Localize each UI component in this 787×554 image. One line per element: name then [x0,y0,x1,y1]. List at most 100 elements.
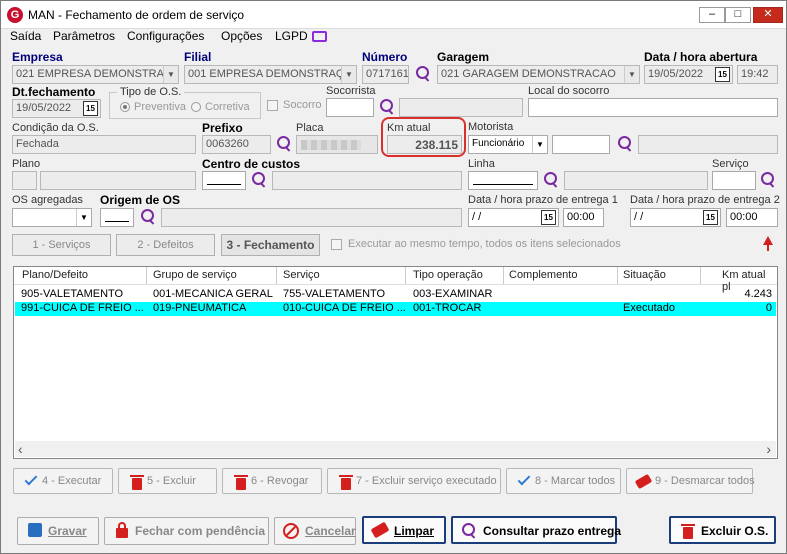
trash-icon [234,475,248,490]
dt-fechamento-label: Dt.fechamento [12,85,96,99]
hora-abertura-field[interactable]: 19:42 [737,65,778,84]
excluir-button[interactable]: 5 - Excluir [118,468,217,494]
corretiva-radio[interactable] [191,102,201,112]
services-table[interactable]: Plano/Defeito Grupo de serviço Serviço T… [13,266,778,459]
col-grupo[interactable]: Grupo de serviço [153,269,237,281]
numero-field[interactable]: 0717161 [362,65,409,84]
col-tipo[interactable]: Tipo operação [413,269,483,281]
table-row[interactable]: 905-VALETAMENTO 001-MECANICA GERAL 755-V… [15,288,776,302]
calendar-icon[interactable]: 15 [83,101,98,116]
menu-saida[interactable]: Saída [10,29,41,43]
revogar-button[interactable]: 6 - Revogar [222,468,322,494]
executar-todos-checkbox[interactable] [331,239,342,250]
app-logo-icon: G [7,7,23,23]
plano-codigo-field [12,171,37,190]
marcar-todos-button[interactable]: 8 - Marcar todos [506,468,621,494]
linha-field[interactable] [468,171,538,190]
col-situacao[interactable]: Situação [623,269,666,281]
tab-servicos[interactable]: 1 - Serviços [12,234,111,256]
menu-lgpd[interactable]: LGPD [275,29,308,43]
search-icon[interactable] [379,99,395,115]
col-plano[interactable]: Plano/Defeito [22,269,88,281]
prazo1-hora-field[interactable]: 00:00 [563,208,604,227]
plano-nome-field [40,171,196,190]
tab-fechamento[interactable]: 3 - Fechamento [221,234,320,256]
socorrista-field[interactable] [326,98,374,117]
excluir-os-button[interactable]: Excluir O.S. [669,516,776,544]
gravar-button[interactable]: Gravar [17,517,99,545]
highlight-circle [381,117,466,157]
search-icon[interactable] [276,136,292,152]
desmarcar-todos-button[interactable]: 9 - Desmarcar todos [626,468,755,494]
search-icon[interactable] [760,172,776,188]
search-icon[interactable] [140,209,156,225]
prazo1-label: Data / hora prazo de entrega 1 [468,194,618,206]
scroll-right-icon[interactable]: › [766,441,771,457]
search-icon[interactable] [543,172,559,188]
window: G MAN - Fechamento de ordem de serviço –… [0,0,787,554]
menu-parametros[interactable]: Parâmetros [53,29,115,43]
close-button[interactable]: ✕ [753,7,783,23]
servico-label: Serviço [712,158,749,170]
eraser-icon [634,473,653,490]
scroll-left-icon[interactable]: ‹ [18,441,23,457]
servico-field[interactable] [712,171,756,190]
minimize-button[interactable]: – [699,7,725,23]
tab-defeitos[interactable]: 2 - Defeitos [116,234,215,256]
calendar-icon[interactable]: 15 [541,210,556,225]
trash-icon [681,524,695,539]
lock-shackle [118,522,126,530]
search-icon[interactable] [415,66,431,82]
monitor-icon[interactable] [312,31,327,42]
table-header: Plano/Defeito Grupo de serviço Serviço T… [14,267,777,293]
trash-icon [130,475,144,490]
menu-configuracoes[interactable]: Configurações [127,29,204,43]
empresa-label: Empresa [12,50,63,64]
placa-blurred [301,140,361,150]
origem-os-nome-field [161,208,462,227]
search-icon[interactable] [617,136,633,152]
local-socorro-field[interactable] [528,98,778,117]
linha-nome-field [564,171,708,190]
placa-field [296,135,378,154]
empresa-select[interactable]: 021 EMPRESA DEMONSTRAÇÃO ▼ [12,65,179,84]
excluir-servico-executado-button[interactable]: 7 - Excluir serviço executado [327,468,501,494]
garagem-select[interactable]: 021 GARAGEM DEMONSTRACAO ▼ [437,65,640,84]
horizontal-scrollbar[interactable]: ‹ › [15,441,776,457]
motorista-codigo-field[interactable] [552,135,610,154]
executar-button[interactable]: 4 - Executar [13,468,113,494]
prefixo-label: Prefixo [202,121,243,135]
preventiva-radio[interactable] [120,102,130,112]
col-servico[interactable]: Serviço [283,269,320,281]
origem-os-field[interactable] [100,208,134,227]
menu-bar: Saída Parâmetros Configurações Opções LG… [1,29,786,47]
motorista-tipo-select[interactable]: Funcionário ▼ [468,135,548,154]
col-complemento[interactable]: Complemento [509,269,577,281]
prazo2-hora-field[interactable]: 00:00 [726,208,778,227]
data-abertura-label: Data / hora abertura [644,50,758,64]
save-icon [28,523,42,537]
table-row[interactable]: 991-CUICA DE FREIO ... 019-PNEUMATICA 01… [15,302,776,316]
chevron-down-icon: ▼ [532,136,547,153]
menu-opcoes[interactable]: Opções [221,29,262,43]
prefixo-field[interactable]: 0063260 [202,135,271,154]
corretiva-label: Corretiva [205,101,250,113]
limpar-button[interactable]: Limpar [362,516,446,544]
prazo2-label: Data / hora prazo de entrega 2 [630,194,780,206]
linha-label: Linha [468,158,495,170]
maximize-button[interactable]: □ [725,7,751,23]
calendar-icon[interactable]: 15 [703,210,718,225]
fechar-pendencia-button[interactable]: Fechar com pendência [104,517,269,545]
consultar-prazo-button[interactable]: Consultar prazo entrega [451,516,621,544]
garagem-label: Garagem [437,50,490,64]
filial-select[interactable]: 001 EMPRESA DEMONSTRAÇÃO ▼ [184,65,357,84]
condicao-label: Condição da O.S. [12,122,99,134]
eraser-icon [370,521,390,539]
socorro-checkbox[interactable] [267,100,278,111]
os-agregadas-select[interactable]: ▼ [12,208,92,227]
placa-label: Placa [296,122,324,134]
cancelar-button[interactable]: Cancelar [274,517,356,545]
calendar-icon[interactable]: 15 [715,67,730,82]
search-icon[interactable] [251,172,267,188]
centro-custos-field[interactable] [202,171,246,190]
